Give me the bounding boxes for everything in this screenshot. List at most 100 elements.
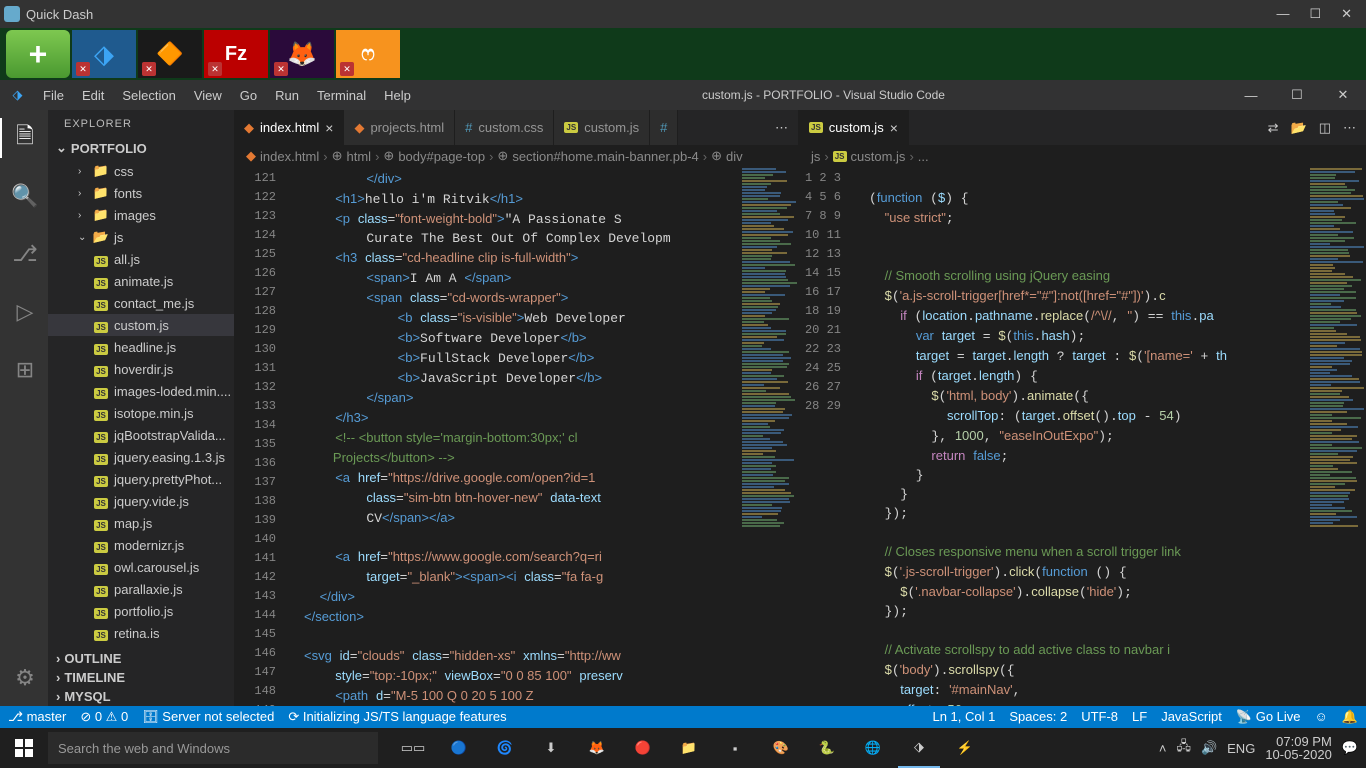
open-icon[interactable]: 📂 [1291, 120, 1307, 136]
menu-go[interactable]: Go [232, 84, 265, 107]
tray-vol-icon[interactable]: 🔊 [1201, 740, 1217, 756]
status-bell-icon[interactable]: 🔔 [1342, 709, 1358, 725]
taskbar-search[interactable]: Search the web and Windows [48, 732, 378, 764]
tb-app-icon[interactable]: 🌐 [852, 728, 894, 768]
tab-custom-js-left[interactable]: JScustom.js [554, 110, 650, 145]
win-min[interactable]: — [1228, 80, 1274, 110]
activity-debug-icon[interactable]: ▷ [0, 292, 48, 332]
status-encoding[interactable]: UTF-8 [1081, 709, 1118, 725]
right-minimap[interactable] [1306, 167, 1366, 706]
tb-app-icon[interactable]: 🎨 [760, 728, 802, 768]
file-item[interactable]: JScontact_me.js [48, 292, 234, 314]
activity-explorer-icon[interactable]: 🗎 [0, 118, 48, 158]
tab-index-html[interactable]: ◆index.html× [234, 110, 344, 145]
sidebar-root[interactable]: ⌄PORTFOLIO [48, 138, 234, 158]
file-item[interactable]: JSportfolio.js [48, 600, 234, 622]
close-icon[interactable]: × [890, 120, 898, 136]
status-feedback-icon[interactable]: ☺ [1315, 709, 1328, 725]
tb-vscode-icon[interactable]: ⬗ [898, 728, 940, 768]
file-item[interactable]: JSmap.js [48, 512, 234, 534]
left-code[interactable]: </div> <h1>hello i'm Ritvik</h1> <p clas… [290, 167, 738, 706]
file-item-active[interactable]: JScustom.js [48, 314, 234, 336]
menu-help[interactable]: Help [376, 84, 419, 107]
qd-close[interactable]: ✕ [1341, 6, 1352, 22]
tray-lang[interactable]: ENG [1227, 741, 1255, 756]
menu-run[interactable]: Run [267, 84, 307, 107]
qd-min[interactable]: — [1276, 6, 1289, 22]
file-item[interactable]: JSheadline.js [48, 336, 234, 358]
ql-filezilla[interactable]: Fz✕ [204, 30, 268, 78]
file-item[interactable]: JSisotope.min.js [48, 402, 234, 424]
ql-xampp[interactable]: ෆ✕ [336, 30, 400, 78]
right-breadcrumb[interactable]: js› JScustom.js› ... [799, 145, 1366, 167]
status-eol[interactable]: LF [1132, 709, 1147, 725]
split-icon[interactable]: ◫ [1319, 120, 1331, 136]
section-outline[interactable]: ›OUTLINE [48, 649, 234, 668]
menu-view[interactable]: View [186, 84, 230, 107]
file-item[interactable]: JSall.js [48, 248, 234, 270]
tab-custom-js-right[interactable]: JScustom.js× [799, 110, 909, 145]
system-tray[interactable]: ˄ 🖧 🔊 ENG 07:09 PM 10-05-2020 💬 [1159, 735, 1366, 761]
tb-python-icon[interactable]: 🐍 [806, 728, 848, 768]
tb-firefox-icon[interactable]: 🦊 [576, 728, 618, 768]
file-item[interactable]: JSjqBootstrapValida... [48, 424, 234, 446]
menu-edit[interactable]: Edit [74, 84, 112, 107]
file-item[interactable]: JShoverdir.js [48, 358, 234, 380]
file-item[interactable]: JSimages-loded.min.... [48, 380, 234, 402]
status-branch[interactable]: ⎇ master [8, 709, 66, 725]
menu-terminal[interactable]: Terminal [309, 84, 374, 107]
menu-file[interactable]: File [35, 84, 72, 107]
more-icon[interactable]: ⋯ [1343, 120, 1356, 136]
tray-net-icon[interactable]: 🖧 [1176, 737, 1191, 759]
tb-app-icon[interactable]: ⬇ [530, 728, 572, 768]
file-item[interactable]: JSmodernizr.js [48, 534, 234, 556]
activity-scm-icon[interactable]: ⎇ [0, 234, 48, 274]
section-mysql[interactable]: ›MYSQL [48, 687, 234, 706]
close-icon[interactable]: × [325, 120, 333, 136]
tray-notif-icon[interactable]: 💬 [1342, 740, 1358, 756]
tb-folder-icon[interactable]: 📁 [668, 728, 710, 768]
folder-images[interactable]: ›📁images [48, 204, 234, 226]
tab-overflow[interactable]: # [650, 110, 678, 145]
menu-selection[interactable]: Selection [114, 84, 183, 107]
file-item[interactable]: JSjquery.prettyPhot... [48, 468, 234, 490]
start-button[interactable] [0, 728, 48, 768]
ql-firefox[interactable]: 🦊✕ [270, 30, 334, 78]
file-item[interactable]: JSjquery.easing.1.3.js [48, 446, 234, 468]
ql-app2[interactable]: 🔶✕ [138, 30, 202, 78]
status-lang[interactable]: JavaScript [1161, 709, 1222, 725]
tb-chrome-icon[interactable]: 🔴 [622, 728, 664, 768]
tray-up-icon[interactable]: ˄ [1159, 741, 1167, 756]
section-timeline[interactable]: ›TIMELINE [48, 668, 234, 687]
right-code[interactable]: (function ($) { "use strict"; // Smooth … [855, 167, 1306, 706]
status-spaces[interactable]: Spaces: 2 [1009, 709, 1067, 725]
status-problems[interactable]: ⊘ 0 ⚠ 0 [80, 709, 128, 725]
tabs-more-icon[interactable]: ⋯ [775, 120, 788, 136]
activity-extensions-icon[interactable]: ⊞ [0, 350, 48, 390]
folder-fonts[interactable]: ›📁fonts [48, 182, 234, 204]
file-item[interactable]: JSparallaxie.js [48, 578, 234, 600]
activity-search-icon[interactable]: 🔍 [0, 176, 48, 216]
file-item[interactable]: JSretina.is [48, 622, 234, 644]
compare-icon[interactable]: ⇄ [1268, 120, 1279, 136]
status-cursor[interactable]: Ln 1, Col 1 [932, 709, 995, 725]
file-item[interactable]: JSanimate.js [48, 270, 234, 292]
tab-custom-css[interactable]: #custom.css [455, 110, 554, 145]
left-minimap[interactable] [738, 167, 798, 706]
left-breadcrumb[interactable]: ◆index.html› ⊕html› ⊕body#page-top› ⊕sec… [234, 145, 798, 167]
tb-app-icon[interactable]: 🌀 [484, 728, 526, 768]
tb-terminal-icon[interactable]: ▪ [714, 728, 756, 768]
win-close[interactable]: ✕ [1320, 80, 1366, 110]
tab-projects-html[interactable]: ◆projects.html [344, 110, 455, 145]
ql-vscode[interactable]: ⬗✕ [72, 30, 136, 78]
folder-js[interactable]: ⌄📂js [48, 226, 234, 248]
tb-app-icon[interactable]: 🔵 [438, 728, 480, 768]
win-max[interactable]: ☐ [1274, 80, 1320, 110]
qd-max[interactable]: ☐ [1309, 6, 1321, 22]
ql-add[interactable]: + [6, 30, 70, 78]
file-item[interactable]: JSowl.carousel.js [48, 556, 234, 578]
file-item[interactable]: JSjquery.vide.js [48, 490, 234, 512]
status-server[interactable]: 🗄 Server not selected [142, 709, 274, 725]
activity-settings-icon[interactable]: ⚙ [0, 658, 48, 698]
tb-taskview-icon[interactable]: ▭▭ [392, 728, 434, 768]
